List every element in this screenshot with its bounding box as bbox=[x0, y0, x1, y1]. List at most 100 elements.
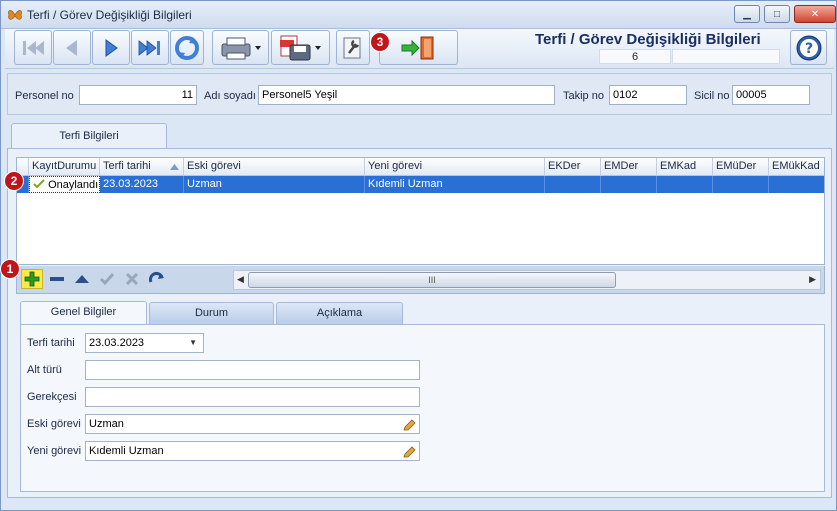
horizontal-scrollbar[interactable]: ◀ III ▶ bbox=[233, 270, 821, 290]
exit-button[interactable] bbox=[379, 30, 458, 65]
settings-button[interactable] bbox=[336, 30, 370, 65]
add-record-button[interactable] bbox=[21, 269, 43, 289]
help-button[interactable]: ? bbox=[790, 30, 827, 65]
triangle-up-icon bbox=[75, 275, 89, 283]
emuder-cell[interactable] bbox=[713, 176, 769, 193]
svg-text:?: ? bbox=[804, 41, 812, 57]
app-window: Terfi / Görev Değişikliği Bilgileri ▁ □ … bbox=[0, 0, 837, 511]
last-record-icon bbox=[138, 39, 160, 56]
lookup-pencil-icon[interactable] bbox=[403, 444, 417, 458]
next-record-button[interactable] bbox=[92, 30, 130, 65]
refresh-icon bbox=[175, 35, 199, 60]
scroll-thumb[interactable]: III bbox=[248, 272, 616, 288]
column-header-emuder[interactable]: EMüDer bbox=[713, 158, 769, 176]
title-bar: Terfi / Görev Değişikliği Bilgileri ▁ □ … bbox=[1, 1, 836, 29]
previous-icon bbox=[66, 39, 77, 56]
butterfly-icon bbox=[8, 10, 22, 20]
terfi-tarihi-value: 23.03.2023 bbox=[89, 337, 145, 349]
window-title: Terfi / Görev Değişikliği Bilgileri bbox=[27, 8, 192, 22]
terfi-tarihi-label: Terfi tarihi bbox=[27, 337, 75, 349]
help-icon: ? bbox=[796, 35, 821, 60]
minimize-button[interactable]: ▁ bbox=[734, 5, 760, 23]
scroll-right-icon[interactable]: ▶ bbox=[809, 274, 816, 285]
gerekcesi-label: Gerekçesi bbox=[27, 391, 77, 403]
page-title: Terfi / Görev Değişikliği Bilgileri bbox=[535, 31, 761, 48]
alt-turu-label: Alt türü bbox=[27, 364, 62, 376]
table-row[interactable]: Onaylandı 23.03.2023 Uzman Kıdemli Uzman bbox=[17, 176, 824, 193]
record-info-field bbox=[672, 49, 780, 64]
terfi-tarihi-date-field[interactable]: 23.03.2023 ▼ bbox=[85, 333, 204, 353]
refresh-grid-button[interactable] bbox=[146, 269, 168, 289]
emder-cell[interactable] bbox=[601, 176, 657, 193]
scroll-left-icon[interactable]: ◀ bbox=[237, 274, 244, 285]
callout-badge-exit: 3 bbox=[370, 32, 390, 52]
printer-icon bbox=[221, 37, 261, 59]
yeni-gorevi-value: Kıdemli Uzman bbox=[89, 445, 164, 457]
post-edit-button[interactable] bbox=[96, 269, 118, 289]
terfi-grid: KayıtDurumu Terfi tarihi Eski görevi Yen… bbox=[16, 157, 825, 265]
callout-badge-row: 2 bbox=[4, 171, 24, 191]
gerekcesi-field[interactable] bbox=[85, 387, 420, 407]
refresh-button[interactable] bbox=[170, 30, 204, 65]
personel-no-field[interactable]: 11 bbox=[79, 85, 197, 105]
record-count: 6 bbox=[599, 49, 671, 64]
adi-soyadi-field[interactable]: Personel5 Yeşil bbox=[258, 85, 555, 105]
last-record-button[interactable] bbox=[131, 30, 169, 65]
person-info-panel: Personel no 11 Adı soyadı Personel5 Yeşi… bbox=[7, 73, 832, 115]
grid-header: KayıtDurumu Terfi tarihi Eski görevi Yen… bbox=[17, 158, 824, 176]
terfi-panel: KayıtDurumu Terfi tarihi Eski görevi Yen… bbox=[7, 148, 832, 498]
edit-record-button[interactable] bbox=[71, 269, 93, 289]
eski-gorevi-value: Uzman bbox=[89, 418, 124, 430]
takip-no-field[interactable]: 0102 bbox=[609, 85, 687, 105]
cross-icon bbox=[125, 272, 139, 286]
column-header-emukkad[interactable]: EMükKad bbox=[769, 158, 824, 176]
lookup-pencil-icon[interactable] bbox=[403, 417, 417, 431]
delete-record-button[interactable] bbox=[46, 269, 68, 289]
column-header-emkad[interactable]: EMKad bbox=[657, 158, 713, 176]
tab-durum[interactable]: Durum bbox=[149, 302, 274, 324]
minus-icon bbox=[50, 277, 64, 281]
previous-record-button[interactable] bbox=[53, 30, 91, 65]
navigator-buttons bbox=[21, 269, 168, 289]
sicil-no-label: Sicil no bbox=[694, 90, 730, 102]
terfi-tarihi-cell[interactable]: 23.03.2023 bbox=[100, 176, 184, 193]
yeni-gorevi-label: Yeni görevi bbox=[27, 445, 82, 457]
cancel-edit-button[interactable] bbox=[121, 269, 143, 289]
maximize-button[interactable]: □ bbox=[764, 5, 790, 23]
tab-genel-bilgiler[interactable]: Genel Bilgiler bbox=[20, 301, 147, 325]
callout-badge-add: 1 bbox=[0, 259, 20, 279]
eski-gorevi-cell[interactable]: Uzman bbox=[184, 176, 365, 193]
column-header-eski-gorevi[interactable]: Eski görevi bbox=[184, 158, 365, 176]
personel-no-label: Personel no bbox=[15, 90, 74, 102]
tab-terfi-bilgileri[interactable]: Terfi Bilgileri bbox=[11, 123, 167, 149]
first-record-button[interactable] bbox=[14, 30, 52, 65]
exit-door-icon bbox=[401, 36, 433, 59]
print-button[interactable] bbox=[212, 30, 269, 65]
emukkad-cell[interactable] bbox=[769, 176, 824, 193]
alt-turu-field[interactable] bbox=[85, 360, 420, 380]
column-header-emder[interactable]: EMDer bbox=[601, 158, 657, 176]
column-header-yeni-gorevi[interactable]: Yeni görevi bbox=[365, 158, 545, 176]
export-pdf-button[interactable] bbox=[271, 30, 330, 65]
ekder-cell[interactable] bbox=[545, 176, 601, 193]
checkmark-icon bbox=[33, 179, 45, 189]
adi-soyadi-label: Adı soyadı bbox=[204, 90, 256, 102]
genel-bilgiler-panel: Terfi tarihi 23.03.2023 ▼ Alt türü Gerek… bbox=[20, 324, 825, 492]
wrench-icon bbox=[343, 37, 361, 58]
column-header-ekder[interactable]: EKDer bbox=[545, 158, 601, 176]
column-header-terfi-tarihi[interactable]: Terfi tarihi bbox=[100, 158, 184, 176]
emkad-cell[interactable] bbox=[657, 176, 713, 193]
yeni-gorevi-cell[interactable]: Kıdemli Uzman bbox=[365, 176, 545, 193]
yeni-gorevi-field[interactable]: Kıdemli Uzman bbox=[85, 441, 420, 461]
column-header-kayitdurumu[interactable]: KayıtDurumu bbox=[29, 158, 100, 176]
status-cell[interactable]: Onaylandı bbox=[29, 176, 100, 193]
chevron-down-icon[interactable]: ▼ bbox=[189, 334, 197, 352]
close-button[interactable]: ✕ bbox=[794, 5, 836, 23]
eski-gorevi-field[interactable]: Uzman bbox=[85, 414, 420, 434]
first-record-icon bbox=[23, 40, 44, 55]
pdf-save-icon bbox=[279, 35, 321, 60]
refresh-arrow-icon bbox=[149, 271, 164, 283]
sicil-no-field[interactable]: 00005 bbox=[732, 85, 810, 105]
tab-aciklama[interactable]: Açıklama bbox=[276, 302, 403, 324]
next-icon bbox=[105, 38, 118, 57]
